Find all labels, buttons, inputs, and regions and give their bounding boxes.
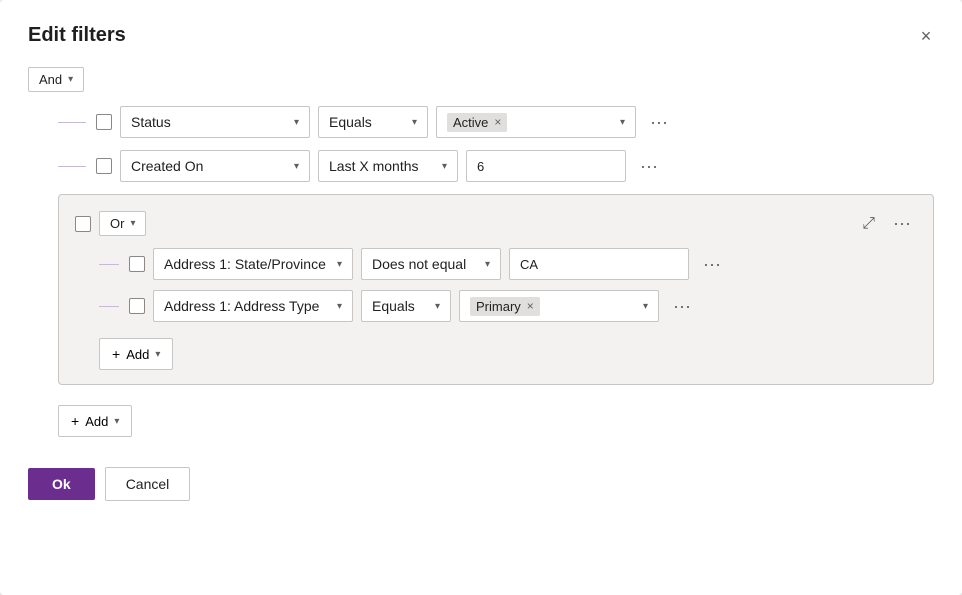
or-state-field-label: Address 1: State/Province — [164, 256, 326, 272]
created-on-value-field[interactable] — [466, 150, 626, 182]
and-group-label[interactable]: And ▾ — [28, 67, 84, 92]
dialog-title: Edit filters — [28, 24, 934, 47]
status-row-checkbox[interactable] — [96, 114, 112, 130]
or-addr-type-operator-chevron: ▾ — [435, 301, 440, 312]
status-value-field[interactable]: Active × ▾ — [436, 106, 636, 138]
footer-row: Ok Cancel — [28, 467, 934, 501]
or-state-value-input[interactable] — [520, 257, 620, 272]
cancel-button[interactable]: Cancel — [105, 467, 191, 501]
status-more-button[interactable]: ··· — [644, 110, 674, 135]
main-add-label: Add — [85, 414, 108, 429]
or-group-more-button[interactable]: ··· — [887, 211, 917, 236]
or-addr-type-operator-select[interactable]: Equals ▾ — [361, 290, 451, 322]
or-chevron-icon: ▾ — [130, 218, 135, 229]
or-add-chevron-icon: ▾ — [155, 349, 160, 360]
close-button[interactable]: × — [910, 20, 942, 52]
or-label-button[interactable]: Or ▾ — [99, 211, 146, 236]
main-add-button[interactable]: + Add ▾ — [58, 405, 132, 437]
status-value-chevron: ▾ — [620, 117, 625, 128]
created-on-field-label: Created On — [131, 158, 203, 174]
or-add-plus-icon: + — [112, 346, 120, 362]
or-state-field-select[interactable]: Address 1: State/Province ▾ — [153, 248, 353, 280]
created-on-more-button[interactable]: ··· — [634, 154, 664, 179]
or-filter-row-addr-type: Address 1: Address Type ▾ Equals ▾ Prima… — [75, 290, 917, 322]
or-addr-type-field-chevron: ▾ — [337, 301, 342, 312]
created-on-field-select[interactable]: Created On ▾ — [120, 150, 310, 182]
or-addr-type-value-tag: Primary × — [470, 297, 540, 316]
edit-filters-dialog: Edit filters × And ▾ Status ▾ Equals ▾ A… — [0, 0, 962, 595]
or-state-more-button[interactable]: ··· — [697, 252, 727, 277]
collapse-button[interactable]: ⤢ — [858, 213, 879, 235]
or-add-label: Add — [126, 347, 149, 362]
or-addr-type-operator-label: Equals — [372, 298, 415, 314]
created-on-operator-chevron: ▾ — [442, 161, 447, 172]
or-addr-type-checkbox[interactable] — [129, 298, 145, 314]
status-tag-close[interactable]: × — [494, 116, 501, 128]
or-addr-type-more-button[interactable]: ··· — [667, 294, 697, 319]
or-state-operator-label: Does not equal — [372, 256, 466, 272]
ok-button[interactable]: Ok — [28, 468, 95, 500]
created-on-value-input[interactable] — [477, 159, 537, 174]
or-state-checkbox[interactable] — [129, 256, 145, 272]
or-filter-row-state: Address 1: State/Province ▾ Does not equ… — [75, 248, 917, 280]
status-field-chevron: ▾ — [294, 117, 299, 128]
or-group-checkbox[interactable] — [75, 216, 91, 232]
or-group-actions: ⤢ ··· — [858, 211, 917, 236]
status-field-select[interactable]: Status ▾ — [120, 106, 310, 138]
created-on-operator-select[interactable]: Last X months ▾ — [318, 150, 458, 182]
status-value-tag: Active × — [447, 113, 507, 132]
main-add-plus-icon: + — [71, 413, 79, 429]
or-state-operator-chevron: ▾ — [485, 259, 490, 270]
or-group-header: Or ▾ ⤢ ··· — [75, 211, 917, 236]
status-operator-select[interactable]: Equals ▾ — [318, 106, 428, 138]
main-add-chevron-icon: ▾ — [114, 416, 119, 427]
or-addr-type-field-select[interactable]: Address 1: Address Type ▾ — [153, 290, 353, 322]
or-state-field-chevron: ▾ — [337, 259, 342, 270]
or-group: Or ▾ ⤢ ··· Address 1: State/Province ▾ D… — [58, 194, 934, 385]
filter-row-created-on: Created On ▾ Last X months ▾ ··· — [28, 150, 934, 182]
or-state-operator-select[interactable]: Does not equal ▾ — [361, 248, 501, 280]
created-on-row-checkbox[interactable] — [96, 158, 112, 174]
or-addr-type-value-field[interactable]: Primary × ▾ — [459, 290, 659, 322]
or-addr-type-field-label: Address 1: Address Type — [164, 298, 319, 314]
and-label: And — [39, 72, 62, 87]
filter-row-status: Status ▾ Equals ▾ Active × ▾ ··· — [28, 106, 934, 138]
or-label: Or — [110, 216, 124, 231]
status-operator-label: Equals — [329, 114, 372, 130]
or-state-value-field[interactable] — [509, 248, 689, 280]
status-operator-chevron: ▾ — [412, 117, 417, 128]
status-field-label: Status — [131, 114, 171, 130]
and-chevron-icon: ▾ — [68, 74, 73, 85]
created-on-operator-label: Last X months — [329, 158, 419, 174]
or-addr-type-tag-close[interactable]: × — [527, 300, 534, 312]
or-group-left: Or ▾ — [75, 211, 146, 236]
created-on-field-chevron: ▾ — [294, 161, 299, 172]
or-add-button[interactable]: + Add ▾ — [99, 338, 173, 370]
or-addr-type-value-chevron: ▾ — [643, 301, 648, 312]
